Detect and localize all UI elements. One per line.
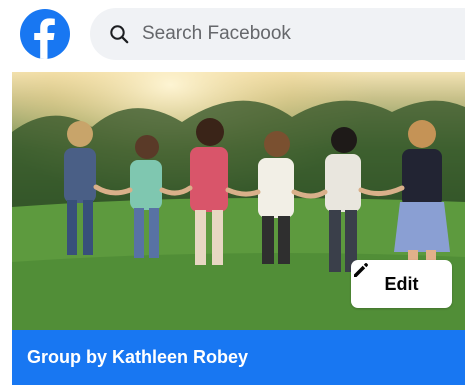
edit-label: Edit [384, 273, 419, 294]
top-bar [0, 0, 465, 70]
edit-cover-button[interactable]: Edit [351, 260, 452, 308]
search-bar[interactable] [90, 8, 465, 60]
pencil-icon [354, 263, 368, 277]
group-owner-label[interactable]: Group by Kathleen Robey [27, 347, 248, 368]
search-icon [108, 23, 130, 45]
search-input[interactable] [142, 23, 442, 45]
group-info-bar: Group by Kathleen Robey [12, 330, 465, 385]
group-cover-photo: Edit [12, 72, 465, 330]
facebook-logo-icon[interactable] [20, 9, 70, 59]
